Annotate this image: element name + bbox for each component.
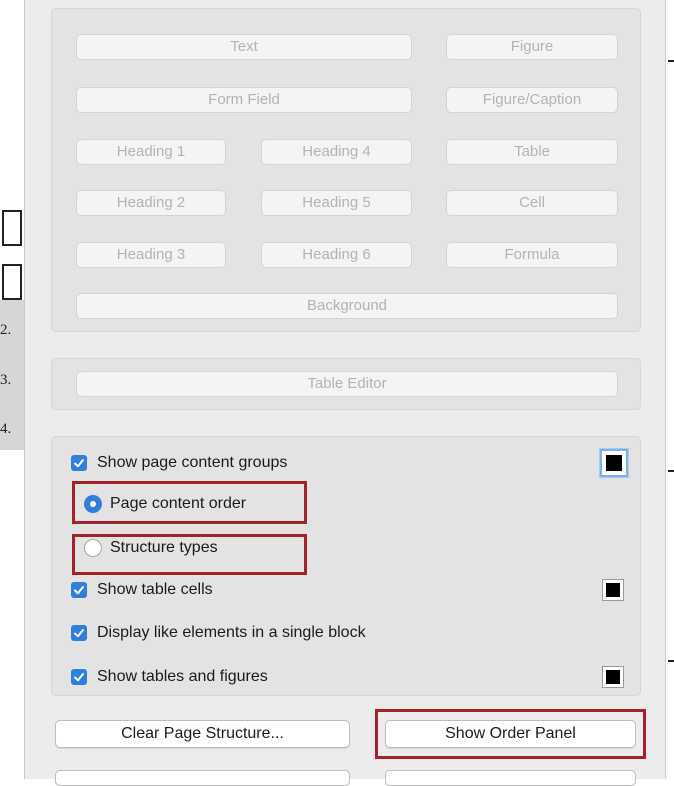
cutoff-button-left[interactable] <box>55 770 350 786</box>
tag-buttons-group: Text Figure Form Field Figure/Caption He… <box>51 8 641 332</box>
display-options-group: Show page content groups Page content or… <box>51 436 641 696</box>
formula-tag-button[interactable]: Formula <box>446 242 618 268</box>
checkmark-icon[interactable] <box>71 582 87 598</box>
clear-page-structure-button[interactable]: Clear Page Structure... <box>55 720 350 748</box>
checkmark-icon[interactable] <box>71 455 87 471</box>
reading-order-panel: Text Figure Form Field Figure/Caption He… <box>24 0 666 786</box>
show-page-content-groups-label: Show page content groups <box>97 454 288 471</box>
document-edge-mark <box>668 660 674 662</box>
heading-1-tag-button[interactable]: Heading 1 <box>76 139 226 165</box>
heading-6-tag-button[interactable]: Heading 6 <box>261 242 412 268</box>
document-left-margin: 2. 3. 4. <box>0 0 24 779</box>
cell-tag-button[interactable]: Cell <box>446 190 618 216</box>
color-swatch-icon <box>606 670 620 684</box>
color-swatch-icon <box>606 583 620 597</box>
show-tables-and-figures-option[interactable]: Show tables and figures <box>71 664 268 690</box>
color-swatch-icon <box>606 455 622 471</box>
document-edge-mark <box>668 470 674 472</box>
show-tables-and-figures-label: Show tables and figures <box>97 668 268 685</box>
heading-5-tag-button[interactable]: Heading 5 <box>261 190 412 216</box>
document-edge-mark <box>668 60 674 62</box>
show-table-cells-option[interactable]: Show table cells <box>71 577 213 603</box>
document-row-box <box>2 210 22 246</box>
show-page-content-groups-option[interactable]: Show page content groups <box>71 450 287 476</box>
table-tag-button[interactable]: Table <box>446 139 618 165</box>
heading-3-tag-button[interactable]: Heading 3 <box>76 242 226 268</box>
document-row-number: 3. <box>0 372 12 388</box>
tables-figures-color-swatch[interactable] <box>602 666 624 688</box>
annotation-highlight-page-content-order <box>72 481 307 524</box>
document-row-number: 2. <box>0 322 12 338</box>
figure-tag-button[interactable]: Figure <box>446 34 618 60</box>
document-row-box <box>2 264 22 300</box>
page-content-groups-color-swatch[interactable] <box>600 449 628 477</box>
text-tag-button[interactable]: Text <box>76 34 412 60</box>
cutoff-button-right[interactable] <box>385 770 636 786</box>
form-field-tag-button[interactable]: Form Field <box>76 87 412 113</box>
show-table-cells-label: Show table cells <box>97 581 213 598</box>
annotation-highlight-structure-types <box>72 534 307 575</box>
display-like-elements-label: Display like elements in a single block <box>97 624 366 641</box>
table-editor-group: Table Editor <box>51 358 641 410</box>
display-like-elements-option[interactable]: Display like elements in a single block <box>71 620 366 646</box>
heading-4-tag-button[interactable]: Heading 4 <box>261 139 412 165</box>
annotation-highlight-show-order-panel <box>375 709 646 759</box>
table-cells-color-swatch[interactable] <box>602 579 624 601</box>
table-editor-button[interactable]: Table Editor <box>76 371 618 397</box>
figure-caption-tag-button[interactable]: Figure/Caption <box>446 87 618 113</box>
document-row-number: 4. <box>0 421 12 437</box>
checkmark-icon[interactable] <box>71 625 87 641</box>
checkmark-icon[interactable] <box>71 669 87 685</box>
heading-2-tag-button[interactable]: Heading 2 <box>76 190 226 216</box>
document-right-margin <box>666 0 674 779</box>
background-tag-button[interactable]: Background <box>76 293 618 319</box>
